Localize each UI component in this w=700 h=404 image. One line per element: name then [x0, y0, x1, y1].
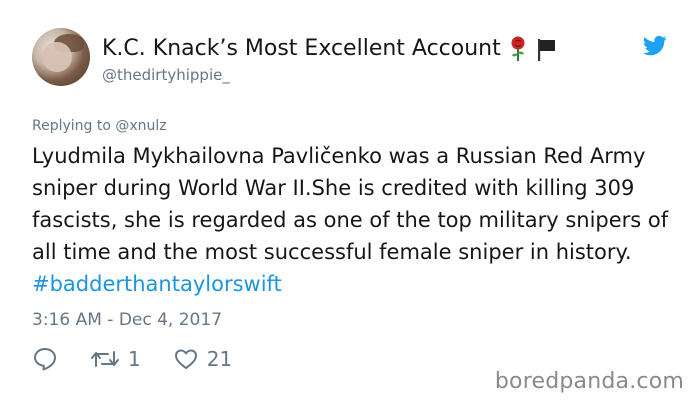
black-flag-icon [537, 39, 555, 61]
hashtag-link[interactable]: #badderthantaylorswift [32, 272, 282, 296]
replying-to-label: Replying to [32, 118, 111, 134]
watermark: boredpanda.com [494, 369, 684, 394]
author-row: K.C. Knack’s Most Excellent Account [102, 36, 557, 62]
reply-button[interactable] [32, 346, 58, 372]
avatar-face [42, 42, 72, 72]
action-bar: 1 21 [32, 346, 232, 372]
avatar[interactable] [32, 28, 90, 86]
retweet-icon [91, 351, 119, 367]
replying-to: Replying to @xnulz [32, 118, 167, 134]
like-button[interactable]: 21 [173, 346, 232, 372]
rose-icon [511, 36, 525, 61]
retweet-button[interactable]: 1 [90, 346, 141, 372]
tweet-text: Lyudmila Mykhailovna Pavličenko was a Ru… [32, 140, 672, 300]
reply-icon [34, 348, 56, 371]
user-handle[interactable]: @thedirtyhippie_ [102, 66, 230, 84]
display-name[interactable]: K.C. Knack’s Most Excellent Account [102, 36, 501, 62]
heart-icon [174, 349, 197, 369]
tweet-card: K.C. Knack’s Most Excellent Account @the… [0, 0, 700, 404]
replying-to-mention[interactable]: @xnulz [115, 118, 166, 134]
timestamp[interactable]: 3:16 AM - Dec 4, 2017 [32, 310, 222, 330]
twitter-bird-icon[interactable] [643, 36, 667, 56]
retweet-count: 1 [128, 347, 141, 371]
tweet-body: Lyudmila Mykhailovna Pavličenko was a Ru… [32, 144, 669, 264]
like-count: 21 [206, 347, 233, 371]
